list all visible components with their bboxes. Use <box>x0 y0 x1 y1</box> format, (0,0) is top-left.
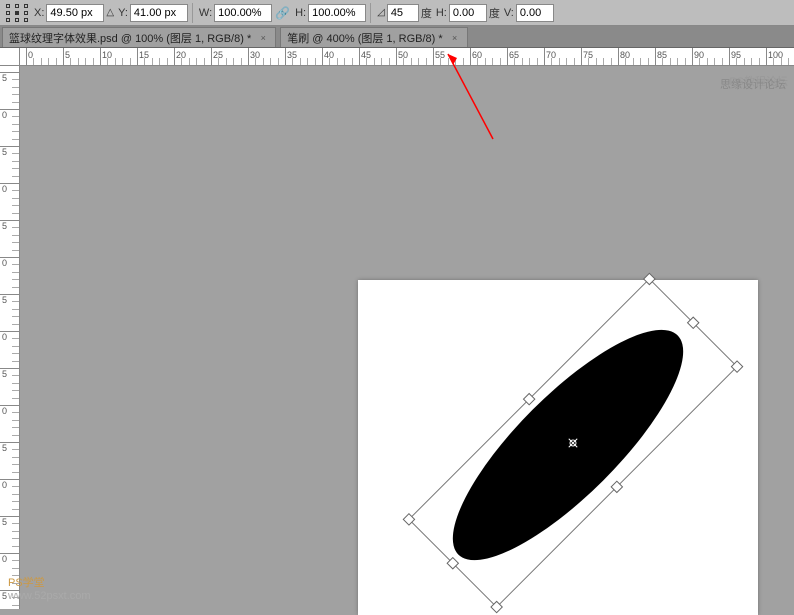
canvas-viewport[interactable] <box>20 66 794 609</box>
tab-label: 笔刷 @ 400% (图层 1, RGB/8) * <box>287 30 442 46</box>
close-icon[interactable]: × <box>449 32 461 44</box>
close-icon[interactable]: × <box>257 32 269 44</box>
ruler-vertical[interactable]: 5050505050505050 <box>0 66 20 609</box>
angle-unit: 度 <box>421 5 432 21</box>
hskew-unit: 度 <box>489 5 500 21</box>
link-icon[interactable]: 🔗 <box>275 6 290 20</box>
angle-input[interactable] <box>387 4 419 22</box>
ruler-horizontal[interactable]: 0510152025303540455055606570758085909510… <box>20 48 794 66</box>
vskew-input[interactable] <box>516 4 554 22</box>
workspace: 0510152025303540455055606570758085909510… <box>0 48 794 609</box>
x-label: X: <box>34 7 44 19</box>
vskew-label: V: <box>504 7 514 19</box>
y-label: Y: <box>118 7 128 19</box>
tab-doc-2[interactable]: 笔刷 @ 400% (图层 1, RGB/8) * × <box>280 27 467 47</box>
ruler-corner <box>0 48 20 66</box>
w-label: W: <box>199 7 212 19</box>
h-label: H: <box>295 7 306 19</box>
canvas[interactable] <box>358 280 758 615</box>
hskew-input[interactable] <box>449 4 487 22</box>
tab-doc-1[interactable]: 篮球纹理字体效果.psd @ 100% (图层 1, RGB/8) * × <box>2 27 276 47</box>
reference-point-grid[interactable] <box>6 4 28 22</box>
h-input[interactable] <box>308 4 366 22</box>
delta-icon: △ <box>106 7 114 18</box>
watermark-bottom-left: PS学堂 www.52psxt.com <box>8 577 91 603</box>
ellipse-shape[interactable] <box>433 315 703 575</box>
y-input[interactable] <box>130 4 188 22</box>
hskew-label: H: <box>436 7 447 19</box>
watermark-forum: 思缘设计论坛 <box>720 76 786 92</box>
w-input[interactable] <box>214 4 272 22</box>
angle-icon: ◿ <box>377 7 385 18</box>
x-input[interactable] <box>46 4 104 22</box>
options-bar: X: △ Y: W: 🔗 H: ◿ 度 H: 度 V: <box>0 0 794 26</box>
document-tabs: 篮球纹理字体效果.psd @ 100% (图层 1, RGB/8) * × 笔刷… <box>0 26 794 48</box>
tab-label: 篮球纹理字体效果.psd @ 100% (图层 1, RGB/8) * <box>9 30 251 46</box>
